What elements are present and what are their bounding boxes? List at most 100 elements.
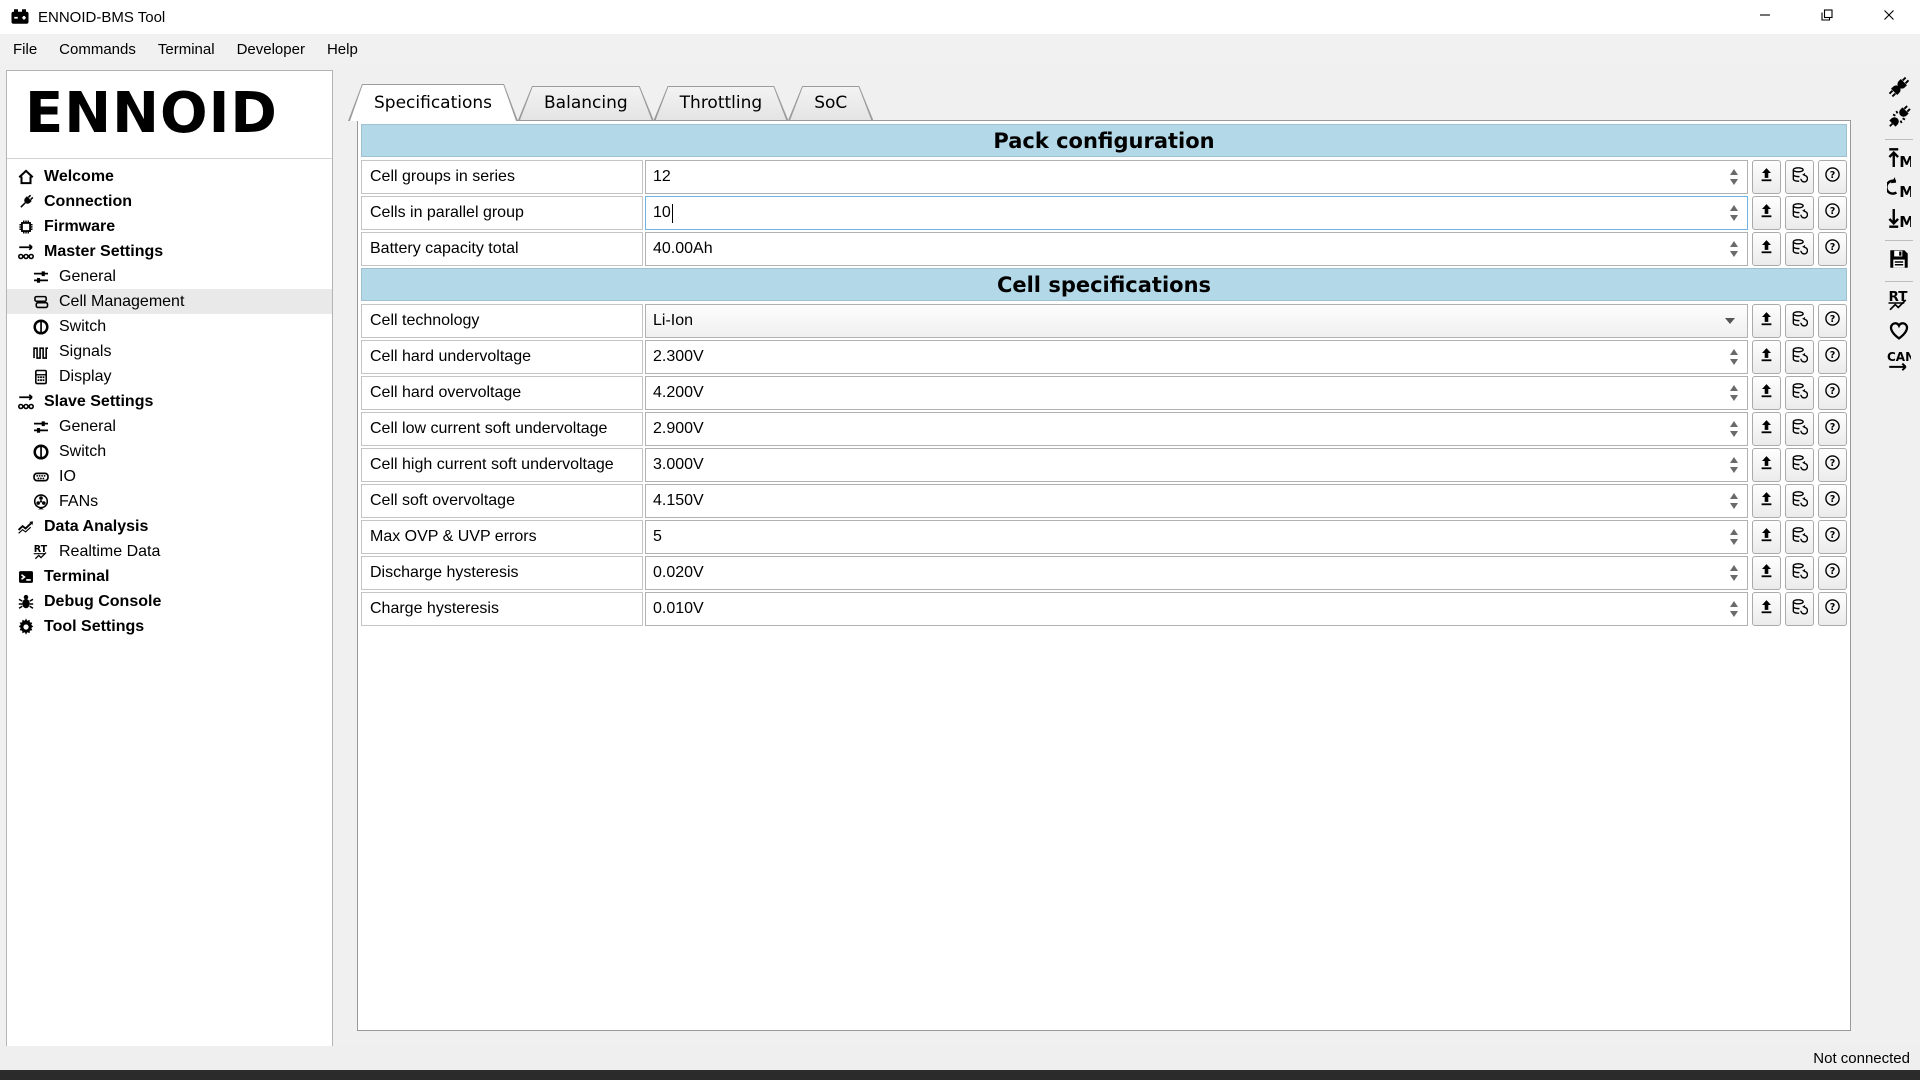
restore-default-button[interactable] — [1785, 196, 1814, 230]
write-value-button[interactable] — [1752, 340, 1781, 374]
sidebar-item-io[interactable]: IO — [7, 464, 332, 489]
help-button[interactable]: ? — [1818, 448, 1847, 482]
tab-soc[interactable]: SoC — [788, 86, 873, 120]
spinner[interactable] — [1721, 169, 1747, 185]
connect-button[interactable] — [1883, 74, 1915, 104]
restore-default-button[interactable] — [1785, 376, 1814, 410]
help-button[interactable]: ? — [1818, 556, 1847, 590]
setting-input-cell-soft-overvoltage[interactable]: 4.150V — [645, 484, 1748, 518]
sidebar-item-signals[interactable]: Signals — [7, 339, 332, 364]
menu-commands[interactable]: Commands — [48, 34, 147, 64]
spinner[interactable] — [1721, 349, 1747, 365]
sidebar-item-debug-console[interactable]: Debug Console — [7, 589, 332, 614]
menu-help[interactable]: Help — [316, 34, 369, 64]
can-forward-button[interactable]: CAN — [1883, 347, 1915, 377]
sidebar-item-slave-settings[interactable]: Slave Settings — [7, 389, 332, 414]
setting-input-charge-hysteresis[interactable]: 0.010V — [645, 592, 1748, 626]
sidebar-item-display[interactable]: Display — [7, 364, 332, 389]
setting-input-discharge-hysteresis[interactable]: 0.020V — [645, 556, 1748, 590]
spinner[interactable] — [1721, 529, 1747, 545]
help-button[interactable]: ? — [1818, 376, 1847, 410]
close-button[interactable] — [1858, 0, 1920, 34]
write-config-button[interactable]: M — [1883, 145, 1915, 175]
realtime-button[interactable]: RT — [1883, 287, 1915, 317]
sidebar-item-fans[interactable]: FANs — [7, 489, 332, 514]
menu-developer[interactable]: Developer — [226, 34, 316, 64]
setting-input-max-ovp-uvp-errors[interactable]: 5 — [645, 520, 1748, 554]
spinner[interactable] — [1721, 205, 1747, 221]
help-button[interactable]: ? — [1818, 160, 1847, 194]
menu-file[interactable]: File — [2, 34, 48, 64]
tab-specifications[interactable]: Specifications — [348, 84, 518, 121]
restore-default-button[interactable] — [1785, 592, 1814, 626]
write-value-button[interactable] — [1752, 196, 1781, 230]
minimize-button[interactable] — [1734, 0, 1796, 34]
write-value-button[interactable] — [1752, 556, 1781, 590]
help-button[interactable]: ? — [1818, 520, 1847, 554]
spinner[interactable] — [1721, 457, 1747, 473]
spinner[interactable] — [1721, 565, 1747, 581]
sidebar-item-master-settings[interactable]: Master Settings — [7, 239, 332, 264]
spinner[interactable] — [1721, 241, 1747, 257]
restore-default-button[interactable] — [1785, 484, 1814, 518]
sidebar-item-switch[interactable]: Switch — [7, 314, 332, 339]
help-button[interactable]: ? — [1818, 196, 1847, 230]
setting-input-battery-capacity-total[interactable]: 40.00Ah — [645, 232, 1748, 266]
sidebar-item-switch[interactable]: Switch — [7, 439, 332, 464]
help-button[interactable]: ? — [1818, 592, 1847, 626]
setting-input-cells-in-parallel-group[interactable]: 10 — [645, 196, 1748, 230]
disconnect-button[interactable] — [1883, 104, 1915, 134]
restore-default-button[interactable] — [1785, 448, 1814, 482]
sidebar-item-general[interactable]: General — [7, 414, 332, 439]
write-value-button[interactable] — [1752, 520, 1781, 554]
favorite-button[interactable] — [1883, 317, 1915, 347]
restore-button[interactable] — [1796, 0, 1858, 34]
help-button[interactable]: ? — [1818, 484, 1847, 518]
restore-default-button[interactable] — [1785, 556, 1814, 590]
setting-input-cell-groups-in-series[interactable]: 12 — [645, 160, 1748, 194]
setting-input-cell-high-current-soft-undervoltage[interactable]: 3.000V — [645, 448, 1748, 482]
spinner[interactable] — [1721, 493, 1747, 509]
write-value-button[interactable] — [1752, 304, 1781, 338]
sidebar-item-tool-settings[interactable]: Tool Settings — [7, 614, 332, 639]
setting-input-cell-hard-undervoltage[interactable]: 2.300V — [645, 340, 1748, 374]
tab-balancing[interactable]: Balancing — [518, 86, 654, 120]
setting-input-cell-low-current-soft-undervoltage[interactable]: 2.900V — [645, 412, 1748, 446]
sidebar-item-cell-management[interactable]: Cell Management — [7, 289, 332, 314]
help-button[interactable]: ? — [1818, 232, 1847, 266]
setting-select-cell-technology[interactable]: Li-Ion — [645, 304, 1748, 338]
help-button[interactable]: ? — [1818, 412, 1847, 446]
help-button[interactable]: ? — [1818, 340, 1847, 374]
spinner[interactable] — [1721, 421, 1747, 437]
sidebar-item-connection[interactable]: Connection — [7, 189, 332, 214]
sidebar-item-general[interactable]: General — [7, 264, 332, 289]
sidebar-item-realtime-data[interactable]: RTRealtime Data — [7, 539, 332, 564]
restore-default-button[interactable] — [1785, 412, 1814, 446]
sidebar-item-terminal[interactable]: Terminal — [7, 564, 332, 589]
write-value-button[interactable] — [1752, 160, 1781, 194]
restore-default-button[interactable] — [1785, 520, 1814, 554]
read-config-button[interactable]: M — [1883, 205, 1915, 235]
restore-default-button[interactable] — [1785, 340, 1814, 374]
spinner[interactable] — [1721, 601, 1747, 617]
save-button[interactable] — [1883, 246, 1915, 276]
sidebar-item-welcome[interactable]: Welcome — [7, 164, 332, 189]
write-value-button[interactable] — [1752, 376, 1781, 410]
write-value-button[interactable] — [1752, 484, 1781, 518]
tab-throttling[interactable]: Throttling — [654, 86, 789, 120]
restore-default-button[interactable] — [1785, 160, 1814, 194]
sidebar-item-firmware[interactable]: Firmware — [7, 214, 332, 239]
help-button[interactable]: ? — [1818, 304, 1847, 338]
sidebar-item-label: Terminal — [44, 568, 110, 586]
write-value-button[interactable] — [1752, 592, 1781, 626]
write-value-button[interactable] — [1752, 448, 1781, 482]
sidebar-item-data-analysis[interactable]: Data Analysis — [7, 514, 332, 539]
write-value-button[interactable] — [1752, 232, 1781, 266]
menu-terminal[interactable]: Terminal — [147, 34, 226, 64]
restore-default-button[interactable] — [1785, 232, 1814, 266]
restore-default-button[interactable] — [1785, 304, 1814, 338]
setting-input-cell-hard-overvoltage[interactable]: 4.200V — [645, 376, 1748, 410]
reload-config-button[interactable]: M — [1883, 175, 1915, 205]
write-value-button[interactable] — [1752, 412, 1781, 446]
spinner[interactable] — [1721, 385, 1747, 401]
